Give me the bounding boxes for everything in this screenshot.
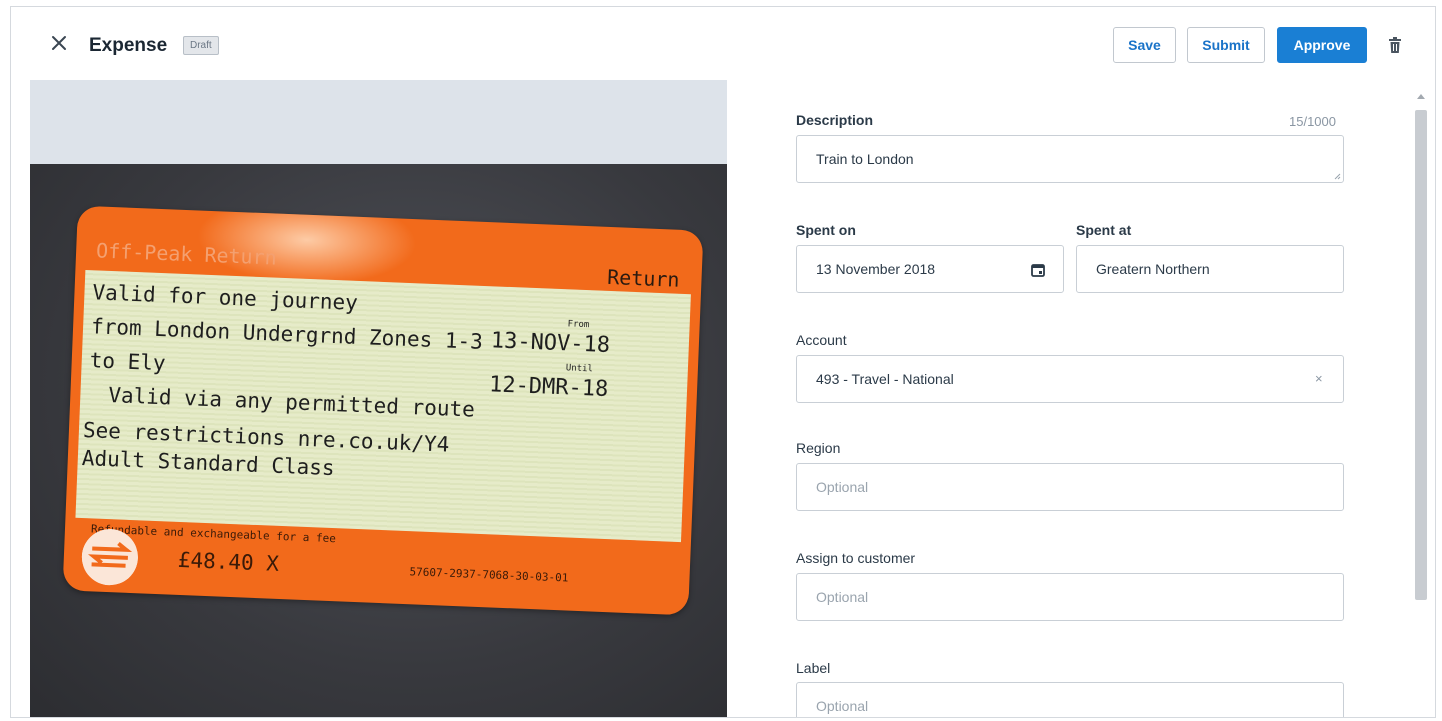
- account-select[interactable]: 493 - Travel - National ×: [796, 355, 1344, 403]
- account-label: Account: [796, 332, 847, 348]
- header-bar: Expense Draft Save Submit Approve: [11, 7, 1435, 80]
- resize-grip-icon[interactable]: [1333, 172, 1341, 180]
- ticket-class: Return: [606, 264, 680, 292]
- label-placeholder: Optional: [816, 698, 869, 714]
- expense-form: Description 15/1000 Train to London Spen…: [727, 80, 1435, 717]
- status-badge: Draft: [183, 36, 219, 55]
- ticket-line: Adult Standard Class: [81, 445, 336, 481]
- ticket-price: £48.40 X: [177, 547, 280, 576]
- spent-at-label: Spent at: [1076, 222, 1132, 238]
- ticket-line: Valid via any permitted route: [107, 382, 476, 422]
- receipt-background-top: [30, 80, 727, 164]
- submit-button[interactable]: Submit: [1187, 27, 1265, 63]
- approve-button[interactable]: Approve: [1277, 27, 1367, 63]
- spent-on-label: Spent on: [796, 222, 856, 238]
- description-label: Description: [796, 112, 874, 128]
- description-counter: 15/1000: [1289, 114, 1336, 129]
- region-label: Region: [796, 440, 841, 456]
- label-label: Label: [796, 660, 831, 676]
- receipt-image-pane: Off-Peak Return Return Valid for one jou…: [30, 80, 727, 717]
- ticket-line: from London Undergrnd Zones 1-3: [90, 314, 484, 354]
- page-title: Expense: [89, 35, 168, 56]
- trash-icon[interactable]: [1387, 36, 1403, 54]
- from-label: From: [567, 319, 590, 331]
- form-scrollbar[interactable]: [1414, 90, 1428, 715]
- until-date: 12-DMR-18: [488, 372, 609, 403]
- label-select[interactable]: Optional: [796, 682, 1344, 717]
- from-date: 13-NOV-18: [490, 328, 611, 359]
- region-placeholder: Optional: [816, 479, 869, 495]
- save-button[interactable]: Save: [1113, 27, 1176, 63]
- ticket-line: Valid for one journey: [92, 280, 359, 315]
- description-field[interactable]: Train to London: [796, 135, 1344, 183]
- until-label: Until: [565, 363, 594, 375]
- account-value: 493 - Travel - National: [816, 371, 954, 387]
- assign-customer-label: Assign to customer: [796, 550, 916, 566]
- expense-window: Expense Draft Save Submit Approve Off-Pe…: [10, 6, 1436, 718]
- clear-account-icon[interactable]: ×: [1315, 356, 1323, 402]
- train-ticket: Off-Peak Return Return Valid for one jou…: [62, 205, 704, 616]
- ticket-body: Valid for one journey from London Underg…: [75, 269, 691, 543]
- spent-on-value: 13 November 2018: [816, 261, 936, 277]
- calendar-icon[interactable]: [1031, 263, 1045, 277]
- description-value: Train to London: [816, 151, 914, 167]
- assign-customer-select[interactable]: Optional: [796, 573, 1344, 621]
- ticket-line: to Ely: [89, 348, 167, 376]
- spent-at-field[interactable]: Greatern Northern: [1076, 245, 1344, 293]
- scroll-thumb[interactable]: [1415, 110, 1427, 600]
- ticket-number: 57607-2937-7068-30-03-01: [409, 565, 569, 585]
- assign-customer-placeholder: Optional: [816, 589, 869, 605]
- spent-at-value: Greatern Northern: [1096, 261, 1210, 277]
- scroll-up-icon[interactable]: [1417, 94, 1425, 99]
- region-select[interactable]: Optional: [796, 463, 1344, 511]
- spent-on-field[interactable]: 13 November 2018: [796, 245, 1064, 293]
- close-icon[interactable]: [49, 33, 69, 53]
